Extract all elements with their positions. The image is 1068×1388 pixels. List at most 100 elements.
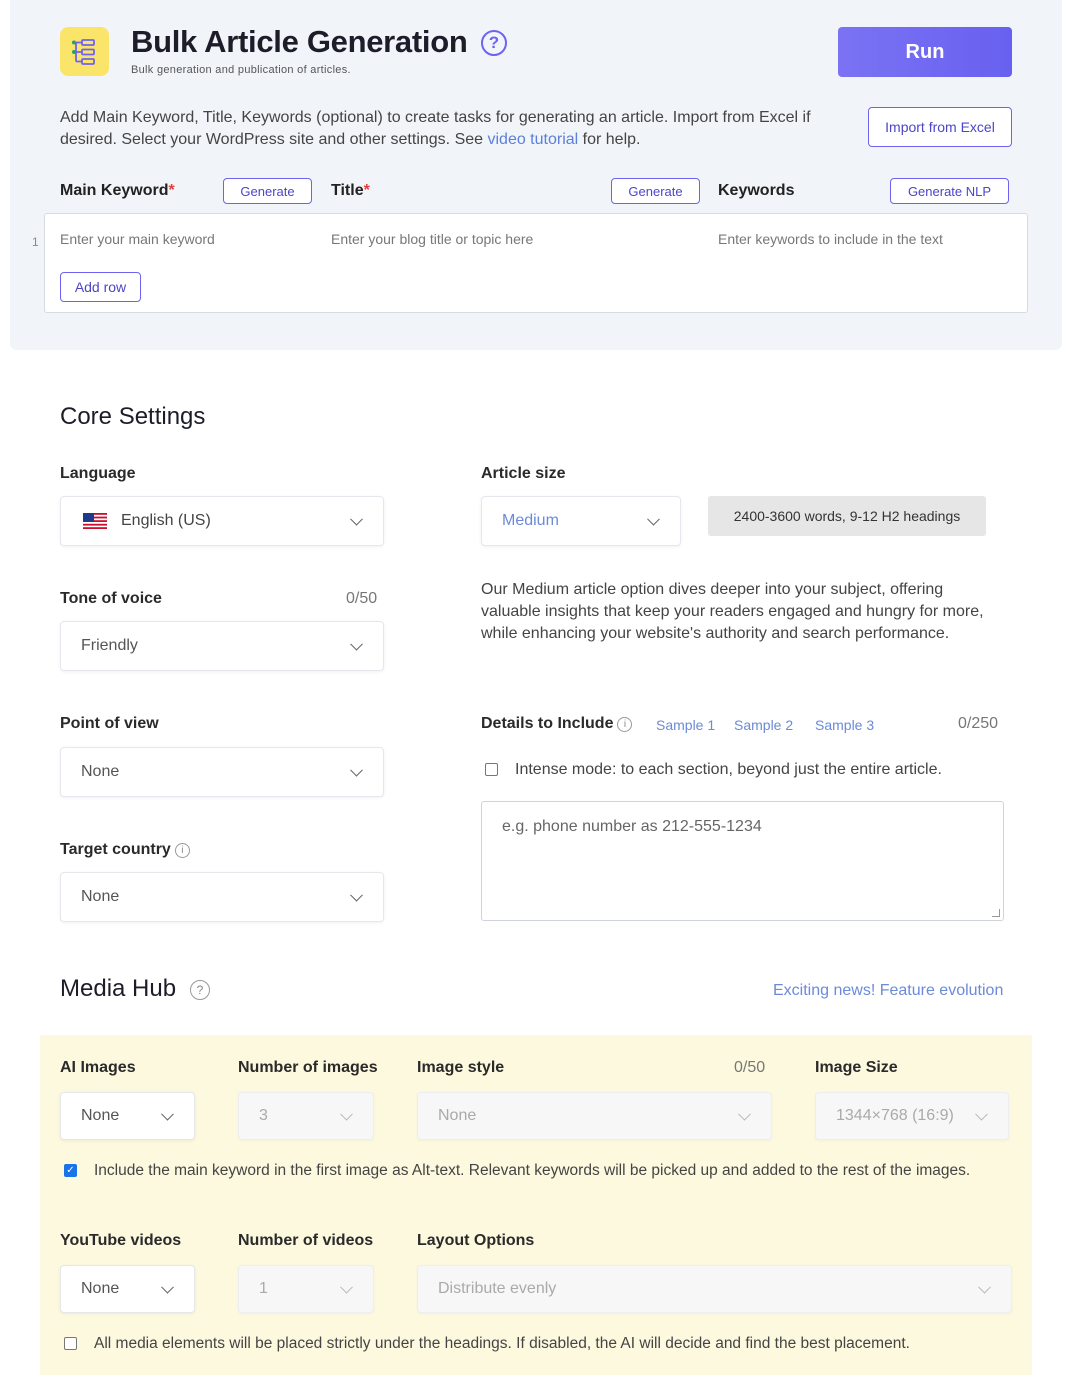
country-label-text: Target country bbox=[60, 841, 171, 858]
article-size-select[interactable]: Medium bbox=[481, 496, 681, 546]
sample-3-link[interactable]: Sample 3 bbox=[815, 717, 874, 733]
generate-title-button[interactable]: Generate bbox=[611, 178, 700, 204]
youtube-value: None bbox=[81, 1280, 120, 1297]
image-style-select[interactable]: None bbox=[417, 1092, 772, 1140]
sample-2-link[interactable]: Sample 2 bbox=[734, 717, 793, 733]
country-value: None bbox=[81, 888, 120, 905]
article-size-description: Our Medium article option dives deeper i… bbox=[481, 581, 984, 642]
pov-value: None bbox=[81, 763, 120, 780]
alt-text-label: Include the main keyword in the first im… bbox=[94, 1162, 971, 1179]
chevron-down-icon bbox=[340, 1107, 353, 1121]
num-images-value: 3 bbox=[259, 1107, 268, 1124]
image-size-label: Image Size bbox=[815, 1059, 898, 1076]
layout-value: Distribute evenly bbox=[438, 1280, 557, 1297]
chevron-down-icon bbox=[738, 1107, 751, 1121]
generate-keyword-button[interactable]: Generate bbox=[223, 178, 312, 204]
placement-checkbox[interactable] bbox=[64, 1337, 77, 1350]
tone-value: Friendly bbox=[81, 637, 138, 654]
ai-images-select[interactable]: None bbox=[60, 1092, 195, 1140]
num-videos-select[interactable]: 1 bbox=[238, 1265, 374, 1313]
ai-images-label: AI Images bbox=[60, 1059, 136, 1076]
language-select[interactable]: English (US) bbox=[60, 496, 384, 546]
main-keyword-header: Main Keyword* bbox=[60, 182, 175, 200]
chevron-down-icon bbox=[340, 1280, 353, 1294]
chevron-down-icon bbox=[161, 1280, 174, 1294]
language-value: English (US) bbox=[121, 512, 211, 529]
us-flag-icon bbox=[83, 513, 107, 529]
chevron-down-icon bbox=[350, 763, 363, 777]
youtube-label: YouTube videos bbox=[60, 1232, 182, 1249]
country-label: Target country i bbox=[60, 841, 190, 859]
required-mark: * bbox=[168, 182, 175, 199]
tone-counter: 0/50 bbox=[346, 590, 378, 607]
generate-nlp-button[interactable]: Generate NLP bbox=[890, 178, 1009, 204]
details-label: Details to Include i bbox=[481, 715, 633, 733]
placement-label: All media elements will be placed strict… bbox=[94, 1335, 910, 1352]
chevron-down-icon bbox=[978, 1280, 991, 1294]
keywords-header: Keywords bbox=[718, 182, 795, 199]
keywords-input[interactable]: Enter keywords to include in the text bbox=[718, 231, 943, 247]
main-keyword-input[interactable]: Enter your main keyword bbox=[60, 231, 215, 247]
media-hub-title: Media Hub bbox=[60, 975, 177, 1002]
details-label-text: Details to Include bbox=[481, 715, 614, 732]
details-counter: 0/250 bbox=[958, 715, 999, 732]
description-text-end: for help. bbox=[578, 131, 641, 148]
layout-select[interactable]: Distribute evenly bbox=[417, 1265, 1012, 1313]
num-images-select[interactable]: 3 bbox=[238, 1092, 374, 1140]
tone-select[interactable]: Friendly bbox=[60, 621, 384, 671]
question-circle-icon[interactable]: ? bbox=[481, 30, 507, 56]
article-size-info: 2400-3600 words, 9-12 H2 headings bbox=[708, 496, 986, 536]
required-mark: * bbox=[363, 182, 370, 199]
chevron-down-icon bbox=[975, 1107, 988, 1121]
image-style-value: None bbox=[438, 1107, 477, 1124]
country-select[interactable]: None bbox=[60, 872, 384, 922]
article-size-value: Medium bbox=[502, 512, 559, 529]
description-text: Add Main Keyword, Title, Keywords (optio… bbox=[60, 109, 811, 148]
chevron-down-icon bbox=[161, 1107, 174, 1121]
youtube-select[interactable]: None bbox=[60, 1265, 195, 1313]
num-images-label: Number of images bbox=[238, 1059, 378, 1076]
chevron-down-icon bbox=[647, 512, 660, 526]
image-style-label: Image style bbox=[417, 1059, 505, 1076]
feature-evolution-link[interactable]: Exciting news! Feature evolution bbox=[773, 982, 1003, 1000]
intense-mode-checkbox[interactable] bbox=[485, 763, 498, 776]
title-header: Title* bbox=[331, 182, 370, 200]
tone-label: Tone of voice bbox=[60, 590, 162, 607]
pov-select[interactable]: None bbox=[60, 747, 384, 797]
workflow-icon bbox=[60, 27, 109, 76]
ai-images-value: None bbox=[81, 1107, 120, 1124]
details-placeholder: e.g. phone number as 212-555-1234 bbox=[502, 818, 762, 835]
task-table bbox=[44, 213, 1028, 313]
run-button[interactable]: Run bbox=[838, 27, 1012, 77]
page-subtitle: Bulk generation and publication of artic… bbox=[131, 64, 351, 76]
add-row-button[interactable]: Add row bbox=[60, 272, 141, 302]
alt-text-checkbox[interactable]: ✓ bbox=[64, 1164, 77, 1177]
info-icon[interactable]: i bbox=[617, 717, 633, 732]
image-size-value: 1344×768 (16:9) bbox=[836, 1107, 954, 1124]
main-keyword-label: Main Keyword bbox=[60, 182, 169, 199]
title-label: Title bbox=[331, 182, 364, 199]
question-circle-icon[interactable]: ? bbox=[190, 980, 210, 1000]
info-icon[interactable]: i bbox=[174, 843, 190, 858]
row-number: 1 bbox=[32, 235, 39, 249]
chevron-down-icon bbox=[350, 637, 363, 651]
image-size-select[interactable]: 1344×768 (16:9) bbox=[815, 1092, 1009, 1140]
image-style-counter: 0/50 bbox=[734, 1059, 766, 1076]
sample-1-link[interactable]: Sample 1 bbox=[656, 717, 715, 733]
num-videos-value: 1 bbox=[259, 1280, 268, 1297]
title-input[interactable]: Enter your blog title or topic here bbox=[331, 231, 533, 247]
core-settings-title: Core Settings bbox=[60, 403, 206, 430]
resize-handle-icon[interactable] bbox=[992, 909, 1000, 917]
language-label: Language bbox=[60, 465, 136, 482]
chevron-down-icon bbox=[350, 512, 363, 526]
intense-mode-label: Intense mode: to each section, beyond ju… bbox=[515, 761, 942, 778]
details-textarea[interactable]: e.g. phone number as 212-555-1234 bbox=[481, 801, 1004, 921]
media-hub-panel bbox=[40, 1035, 1032, 1375]
article-size-label: Article size bbox=[481, 465, 566, 482]
layout-label: Layout Options bbox=[417, 1232, 535, 1249]
description: Add Main Keyword, Title, Keywords (optio… bbox=[60, 107, 820, 151]
pov-label: Point of view bbox=[60, 715, 159, 732]
num-videos-label: Number of videos bbox=[238, 1232, 374, 1249]
video-tutorial-link[interactable]: video tutorial bbox=[487, 131, 578, 148]
import-excel-button[interactable]: Import from Excel bbox=[868, 107, 1012, 147]
